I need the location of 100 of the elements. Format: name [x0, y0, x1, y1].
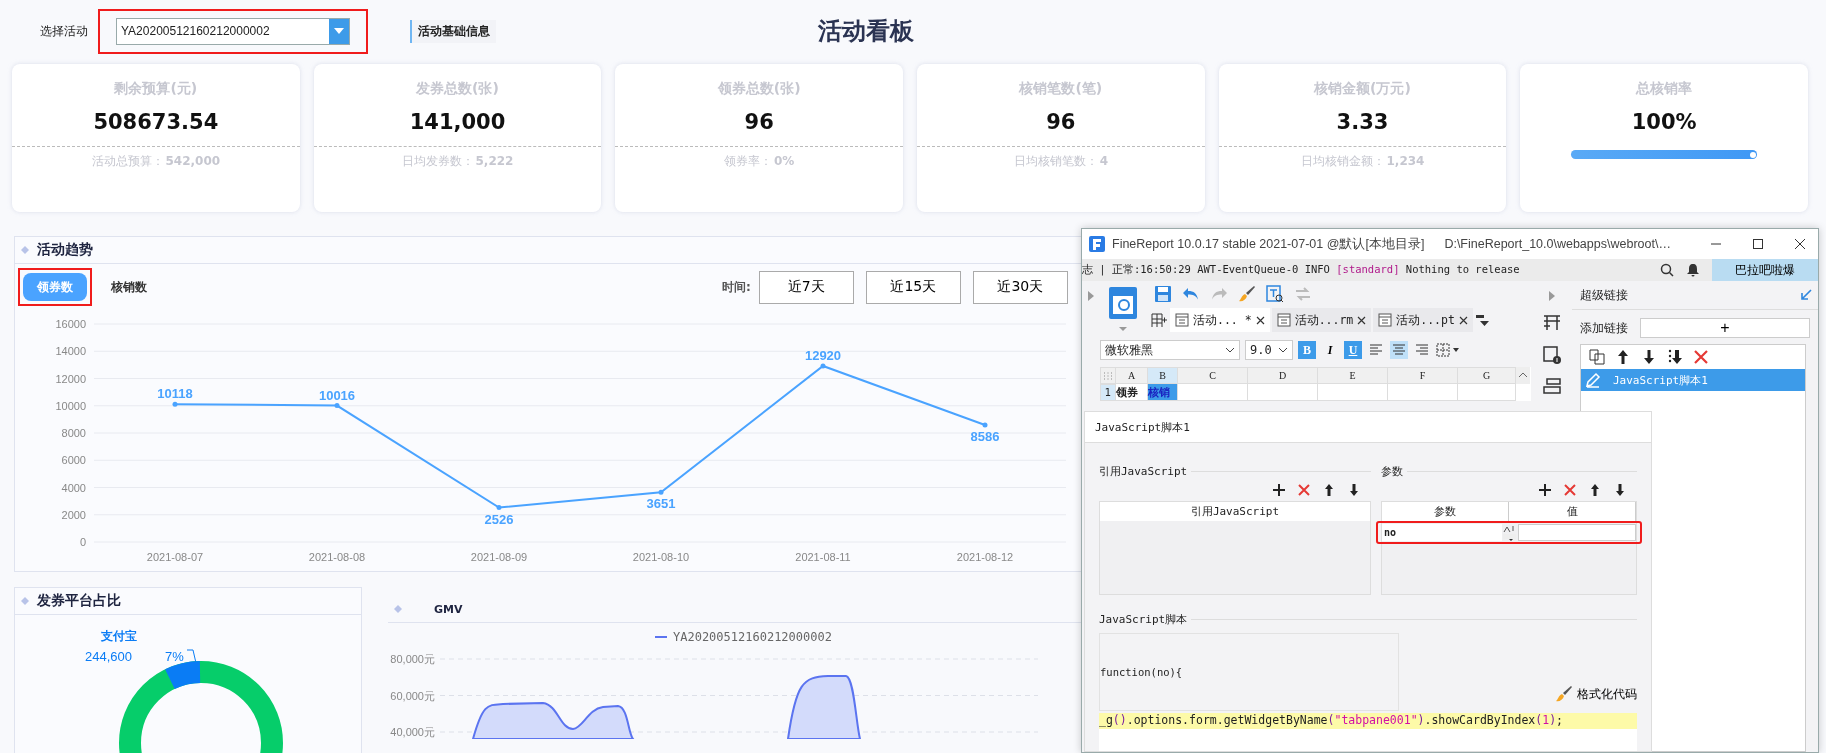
delete-icon[interactable]: [1693, 349, 1709, 365]
data-label: 8586: [970, 429, 1000, 444]
column-header[interactable]: G: [1458, 367, 1516, 384]
tab-menu-icon[interactable]: [1474, 313, 1489, 327]
close-icon[interactable]: [1255, 315, 1265, 325]
metric-tab[interactable]: 核销数: [97, 273, 161, 301]
arrow-down-icon[interactable]: [1613, 483, 1627, 497]
info-sheet-icon[interactable]: [1541, 345, 1562, 365]
caret-icon: [334, 28, 344, 34]
report-file-icon: [1175, 313, 1189, 327]
axis-label: 6000: [61, 454, 86, 467]
leader-line: [186, 649, 197, 664]
scroll-up-icon[interactable]: [1516, 367, 1530, 384]
sheet-cell[interactable]: [1458, 384, 1516, 401]
column-header[interactable]: F: [1388, 367, 1458, 384]
column-header[interactable]: A: [1116, 367, 1148, 384]
copy-icon[interactable]: [1589, 349, 1605, 365]
slice-percent: 7%: [165, 649, 184, 664]
sheet-cell[interactable]: 核销: [1148, 384, 1178, 401]
grid-plus-icon[interactable]: [1150, 311, 1168, 329]
font-size-select[interactable]: 9.0: [1245, 340, 1293, 360]
filter-label: 选择活动: [40, 22, 88, 40]
data-point: [334, 403, 340, 409]
parameter-name[interactable]: no: [1382, 524, 1502, 541]
range-button[interactable]: 近7天: [758, 270, 854, 304]
cell-properties-icon[interactable]: [1541, 313, 1562, 333]
close-icon[interactable]: [1458, 315, 1468, 325]
range-button[interactable]: 近15天: [865, 270, 961, 304]
row-header[interactable]: 1: [1100, 384, 1116, 401]
move-bottom-icon[interactable]: [1667, 349, 1683, 365]
add-link-button[interactable]: +: [1640, 318, 1810, 338]
sheet-cell[interactable]: [1178, 384, 1248, 401]
file-tab[interactable]: 活动... *: [1170, 308, 1270, 332]
report-file-icon: [1276, 313, 1291, 327]
range-button[interactable]: 近30天: [972, 270, 1068, 304]
user-button[interactable]: 巴拉吧啦爆: [1712, 259, 1818, 281]
bell-icon[interactable]: [1686, 263, 1700, 277]
data-label: 3651: [646, 496, 676, 512]
card-label: 总核销率: [1636, 80, 1693, 98]
axis-label: 4000: [61, 481, 86, 494]
card-label: 核销金额(万元): [1314, 80, 1411, 98]
save-icon[interactable]: [1154, 285, 1172, 303]
add-icon[interactable]: [1538, 483, 1552, 497]
add-icon[interactable]: [1272, 483, 1286, 497]
data-point: [172, 401, 178, 407]
close-icon[interactable]: [1357, 315, 1367, 325]
arrow-up-icon[interactable]: [1322, 483, 1336, 497]
dashboard-title: 活动看板: [818, 16, 914, 47]
log-message: 志 | 正常:16:50:29 AWT-EventQueue-0 INFO [standard] Nothing to release: [1082, 263, 1520, 277]
search-icon[interactable]: [1660, 263, 1674, 277]
format-code-button[interactable]: 格式化代码: [1555, 685, 1637, 711]
font-select[interactable]: 微软雅黑: [1100, 340, 1240, 360]
data-point: [982, 422, 988, 428]
diamond-icon: [21, 246, 29, 254]
activity-select[interactable]: YA20200512160212000002: [116, 17, 350, 45]
card-value: 96: [744, 110, 774, 134]
column-header[interactable]: C: [1178, 367, 1248, 384]
pencil-icon: [1585, 372, 1601, 388]
maximize-icon[interactable]: [1752, 238, 1764, 250]
format-button[interactable]: I: [1321, 341, 1339, 359]
legend-marker: [654, 636, 668, 638]
delete-icon[interactable]: [1563, 483, 1577, 497]
template-icon[interactable]: [1106, 285, 1140, 333]
file-tab[interactable]: 活动...pt: [1373, 308, 1473, 332]
info-tab[interactable]: 活动基础信息: [410, 19, 496, 43]
sheet-cell[interactable]: [1248, 384, 1318, 401]
data-point: [496, 505, 502, 511]
expand-arrow-icon[interactable]: [1088, 291, 1094, 301]
border-icon[interactable]: [1436, 343, 1460, 357]
card-label: 发券总数(张): [416, 80, 499, 98]
column-header[interactable]: E: [1318, 367, 1388, 384]
data-label: 10016: [318, 387, 356, 403]
card-value: 96: [1046, 110, 1076, 134]
parameter-value-field[interactable]: [1518, 524, 1636, 541]
panel-title: 发券平台占比: [37, 592, 121, 610]
data-label: 12920: [804, 347, 842, 363]
expand-arrow-icon[interactable]: [1548, 291, 1555, 301]
arrow-up-icon[interactable]: [1615, 349, 1631, 365]
sheet-cell[interactable]: [1388, 384, 1458, 401]
code-editor[interactable]: _g().options.form.getWidgetByName("tabpane001").showCardByIndex(1);: [1099, 713, 1637, 751]
column-header[interactable]: B: [1148, 367, 1178, 384]
arrow-down-icon[interactable]: [1347, 483, 1361, 497]
widget-icon[interactable]: [1541, 377, 1562, 397]
collapse-arrow-icon[interactable]: [1800, 289, 1812, 301]
sheet-cell[interactable]: [1318, 384, 1388, 401]
axis-label: 40,000元: [390, 726, 435, 738]
arrow-up-icon[interactable]: [1588, 483, 1602, 497]
align-icon: [1392, 344, 1406, 356]
close-icon[interactable]: [1794, 238, 1806, 250]
section-title: 引用JavaScript: [1099, 463, 1188, 479]
align-button[interactable]: [1390, 341, 1408, 359]
arrow-down-icon[interactable]: [1641, 349, 1657, 365]
brush-icon[interactable]: [1238, 285, 1256, 303]
axis-label: 80,000元: [390, 653, 435, 665]
preview-icon[interactable]: [1266, 285, 1284, 303]
file-tab[interactable]: 活动...rm: [1271, 308, 1372, 332]
data-point: [820, 363, 826, 369]
column-header[interactable]: D: [1248, 367, 1318, 384]
delete-icon[interactable]: [1297, 483, 1311, 497]
card-label: 剩余预算(元): [114, 80, 198, 98]
